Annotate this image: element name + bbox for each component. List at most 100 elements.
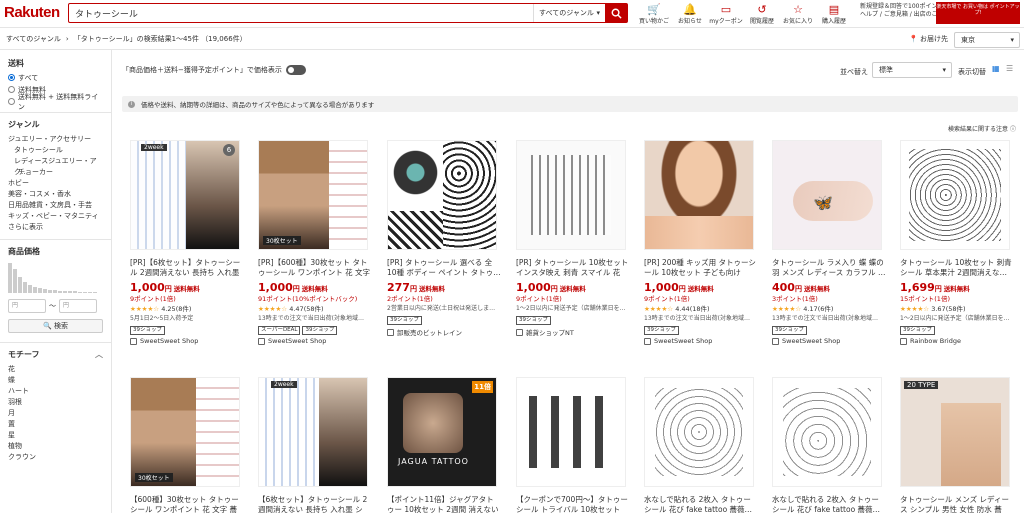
breadcrumb-all-genres[interactable]: すべてのジャンル — [6, 34, 61, 44]
price-max-input[interactable]: 円 — [59, 299, 97, 313]
product-image[interactable] — [387, 140, 497, 250]
product-image[interactable] — [516, 140, 626, 250]
shop-name[interactable]: 卸販売のビットレイン — [387, 327, 501, 337]
promo-banner[interactable]: 楽天市場で お買い物は ポイントアップ! — [936, 2, 1020, 24]
product-title[interactable]: タトゥーシール ラメ入り 蝶 蝶の羽 メンズ レディース カラフル … — [772, 258, 886, 278]
motif-link[interactable]: 花 — [8, 364, 103, 375]
motif-link[interactable]: クラウン — [8, 452, 103, 463]
product-rating[interactable]: ★★★★☆ 4.25(8件) — [130, 304, 244, 314]
product-title[interactable]: 【クーポンで700円〜】タトゥーシール トライバル 10枚セット(… — [516, 495, 630, 515]
product-card[interactable]: 30枚セット 【600種】30枚セット タトゥーシール ワンポイント 花 文字 … — [130, 377, 244, 515]
product-rating[interactable]: ★★★★☆ 4.44(18件) — [644, 304, 758, 314]
price-min-input[interactable]: 円 — [8, 299, 46, 313]
list-view-icon[interactable]: ☰ — [1006, 65, 1014, 73]
product-title[interactable]: [PR]【600種】30枚セット タトゥーシール ワンポイント 花 文字 … — [258, 258, 372, 278]
product-title[interactable]: [PR] タトゥーシール 選べる 全10種 ボディー ペイント タトゥ… — [387, 258, 501, 278]
product-card[interactable]: [PR] タトゥーシール 選べる 全10種 ボディー ペイント タトゥ… 277… — [387, 140, 501, 337]
shipping-option-all[interactable]: すべて — [8, 73, 103, 82]
product-rating[interactable]: ★★★★☆ 3.67(58件) — [900, 304, 1014, 314]
genre-link[interactable]: ジュエリー・アクセサリー — [8, 134, 103, 145]
show-more-link[interactable]: さらに表示 — [8, 222, 103, 233]
motif-link[interactable]: 羽根 — [8, 397, 103, 408]
shop-name[interactable]: SweetSweet Shop — [644, 337, 758, 345]
price-value: 1,000 — [644, 281, 679, 294]
shop-name[interactable]: SweetSweet Shop — [772, 337, 886, 345]
sort-select[interactable]: 標準 ▾ — [872, 62, 952, 78]
nav-coupon[interactable]: ▭ myクーポン — [708, 2, 744, 26]
product-image[interactable]: JAGUA TATTOO 11倍 — [387, 377, 497, 487]
genre-link[interactable]: チョーカー — [8, 167, 103, 178]
genre-link[interactable]: レディースジュエリー・アク… — [8, 156, 103, 176]
info-icon: i — [128, 100, 135, 108]
motif-link[interactable]: 置 — [8, 419, 103, 430]
nav-notice[interactable]: 🔔 お知らせ — [672, 2, 708, 26]
product-card[interactable]: 20 TYPE タトゥーシール メンズ レディース シンプル 男性 女性 防水 … — [900, 377, 1014, 515]
price-display-toggle[interactable] — [285, 65, 306, 75]
star-icon: ☆ — [793, 2, 803, 16]
product-title[interactable]: [PR] タトゥーシール 10枚セット インスタ映え 刺青 スマイル 花 … — [516, 258, 630, 278]
product-title[interactable]: タトゥーシール メンズ レディース シンプル 男性 女性 防水 蕎薇… — [900, 495, 1014, 515]
genre-link[interactable]: 日用品雑貨・文房具・手芸 — [8, 200, 103, 211]
product-card[interactable]: 【クーポンで700円〜】タトゥーシール トライバル 10枚セット(… — [516, 377, 630, 515]
product-card[interactable]: [PR] 200種 キッズ用 タトゥーシール 10枚セット 子ども向け カ… 1… — [644, 140, 758, 345]
price-search-button[interactable]: 🔍 検索 — [8, 319, 103, 333]
product-card[interactable]: タトゥーシール 10枚セット 刺青シール 草本果汁 2週間消えな… 1,699円… — [900, 140, 1014, 345]
product-image[interactable]: 🦋 — [772, 140, 882, 250]
grid-view-icon[interactable]: ▦ — [992, 65, 1000, 73]
product-image[interactable] — [516, 377, 626, 487]
product-card[interactable]: 30枚セット [PR]【600種】30枚セット タトゥーシール ワンポイント 花… — [258, 140, 372, 345]
product-title[interactable]: 水なしで貼れる 2枚入 タトゥーシール 花び fake tattoo 蕎薇… — [644, 495, 758, 515]
product-image[interactable]: 30枚セット — [130, 377, 240, 487]
motif-link[interactable]: 星 — [8, 430, 103, 441]
product-image[interactable]: 30枚セット — [258, 140, 368, 250]
product-card[interactable]: 2week 6 [PR]【6枚セット】タトゥーシール 2週間消えない 長持ち 入… — [130, 140, 244, 345]
product-title[interactable]: 【ポイント11倍】ジャグアタトゥー 10枚セット 2週間 消えない ジ… — [387, 495, 501, 515]
chevron-up-icon[interactable]: ︿ — [95, 349, 103, 360]
genre-link[interactable]: ホビー — [8, 178, 103, 189]
product-card[interactable]: JAGUA TATTOO 11倍 【ポイント11倍】ジャグアタトゥー 10枚セッ… — [387, 377, 501, 515]
shop-name[interactable]: SweetSweet Shop — [130, 337, 244, 345]
shop-name[interactable]: SweetSweet Shop — [258, 337, 372, 345]
shop-name[interactable]: 雑貨ショップNT — [516, 327, 630, 337]
product-title[interactable]: 【600種】30枚セット タトゥーシール ワンポイント 花 文字 蕎薇… — [130, 495, 244, 515]
location-select[interactable]: 東京 ▾ — [954, 32, 1020, 48]
product-image[interactable]: 2week 6 — [130, 140, 240, 250]
product-image[interactable] — [772, 377, 882, 487]
motif-link[interactable]: ハート — [8, 386, 103, 397]
product-rating[interactable]: ★★★★☆ 4.47(58件) — [258, 304, 372, 314]
product-card[interactable]: 2week 【6枚セット】タトゥーシール 2週間消えない 長持ち 入れ墨 シー… — [258, 377, 372, 515]
genre-select[interactable]: すべてのジャンル ▾ — [533, 4, 605, 22]
product-image[interactable]: 20 TYPE — [900, 377, 1010, 487]
motif-link[interactable]: 蝶 — [8, 375, 103, 386]
product-image[interactable] — [900, 140, 1010, 250]
genre-link[interactable]: 美容・コスメ・香水 — [8, 189, 103, 200]
shipping-option-freeline[interactable]: 送料無料 + 送料無料ライン — [8, 93, 103, 111]
product-title[interactable]: タトゥーシール 10枚セット 刺青シール 草本果汁 2週間消えな… — [900, 258, 1014, 278]
product-title[interactable]: [PR]【6枚セット】タトゥーシール 2週間消えない 長持ち 入れ墨 … — [130, 258, 244, 278]
motif-link[interactable]: 月 — [8, 408, 103, 419]
product-card[interactable]: [PR] タトゥーシール 10枚セット インスタ映え 刺青 スマイル 花 … 1… — [516, 140, 630, 337]
shop-name[interactable]: Rainbow Bridge — [900, 337, 1014, 345]
product-image[interactable] — [644, 377, 754, 487]
nav-history[interactable]: ↺ 閲覧履歴 — [744, 2, 780, 26]
genre-link[interactable]: タトゥーシール — [8, 145, 103, 156]
genre-link[interactable]: キッズ・ベビー・マタニティ — [8, 211, 103, 222]
product-image[interactable]: 2week — [258, 377, 368, 487]
search-notice-link[interactable]: 検索結果に関する注意 ⓘ — [948, 124, 1016, 133]
search-input[interactable] — [69, 4, 533, 22]
product-image[interactable] — [644, 140, 754, 250]
product-card[interactable]: 水なしで貼れる 2枚入 タトゥーシール 花び fake tattoo 蕎薇… — [644, 377, 758, 515]
shop-icon — [516, 328, 523, 336]
product-card[interactable]: 水なしで貼れる 2枚入 タトゥーシール 花び fake tattoo 蕎薇… — [772, 377, 886, 515]
product-title[interactable]: [PR] 200種 キッズ用 タトゥーシール 10枚セット 子ども向け カ… — [644, 258, 758, 278]
product-rating[interactable]: ★★★★☆ 4.17(6件) — [772, 304, 886, 314]
motif-link[interactable]: 植物 — [8, 441, 103, 452]
rakuten-logo[interactable]: Rakuten — [4, 4, 60, 21]
nav-cart[interactable]: 🛒 買い物かご — [636, 2, 672, 26]
product-card[interactable]: 🦋 タトゥーシール ラメ入り 蝶 蝶の羽 メンズ レディース カラフル … 40… — [772, 140, 886, 345]
product-title[interactable]: 【6枚セット】タトゥーシール 2週間消えない 長持ち 入れ墨 シー… — [258, 495, 372, 515]
nav-favorite[interactable]: ☆ お気に入り — [780, 2, 816, 26]
product-title[interactable]: 水なしで貼れる 2枚入 タトゥーシール 花び fake tattoo 蕎薇… — [772, 495, 886, 515]
nav-purchase[interactable]: ▤ 購入履歴 — [816, 2, 852, 26]
search-button[interactable] — [605, 4, 627, 22]
